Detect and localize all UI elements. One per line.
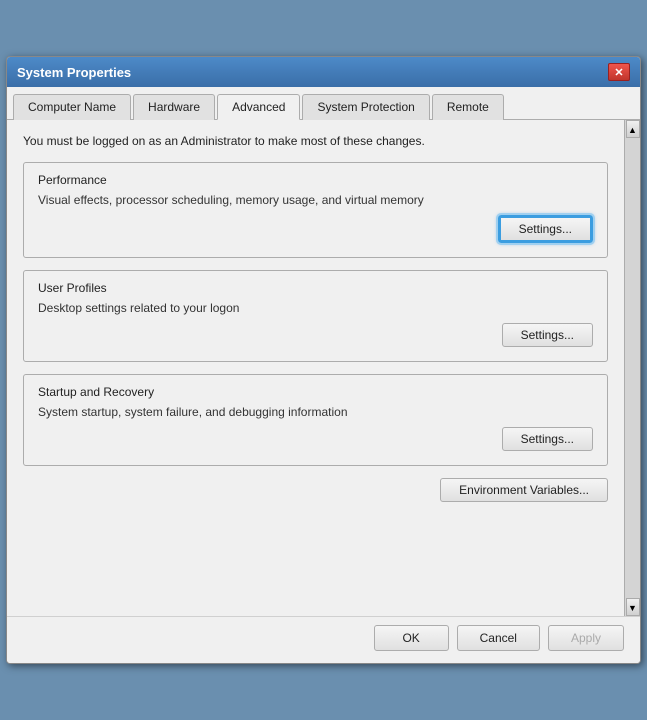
performance-settings-button[interactable]: Settings... xyxy=(498,215,593,243)
dialog-title: System Properties xyxy=(17,65,131,80)
performance-desc: Visual effects, processor scheduling, me… xyxy=(38,193,593,207)
close-button[interactable]: ✕ xyxy=(608,63,630,81)
system-properties-dialog: System Properties ✕ Computer Name Hardwa… xyxy=(6,56,641,664)
user-profiles-group: User Profiles Desktop settings related t… xyxy=(23,270,608,362)
tab-remote[interactable]: Remote xyxy=(432,94,504,120)
environment-variables-row: Environment Variables... xyxy=(23,478,608,502)
startup-recovery-desc: System startup, system failure, and debu… xyxy=(38,405,593,419)
title-bar: System Properties ✕ xyxy=(7,57,640,87)
user-profiles-label: User Profiles xyxy=(38,281,593,295)
user-profiles-settings-button[interactable]: Settings... xyxy=(502,323,593,347)
performance-group: Performance Visual effects, processor sc… xyxy=(23,162,608,258)
startup-recovery-btn-row: Settings... xyxy=(38,427,593,451)
tab-bar: Computer Name Hardware Advanced System P… xyxy=(7,87,640,120)
startup-recovery-group: Startup and Recovery System startup, sys… xyxy=(23,374,608,466)
performance-btn-row: Settings... xyxy=(38,215,593,243)
dialog-footer: OK Cancel Apply xyxy=(7,616,640,663)
cancel-button[interactable]: Cancel xyxy=(457,625,540,651)
close-icon: ✕ xyxy=(614,66,623,79)
startup-recovery-label: Startup and Recovery xyxy=(38,385,593,399)
info-text: You must be logged on as an Administrato… xyxy=(23,134,608,148)
title-bar-buttons: ✕ xyxy=(608,63,630,81)
tab-computer-name[interactable]: Computer Name xyxy=(13,94,131,120)
tab-hardware[interactable]: Hardware xyxy=(133,94,215,120)
ok-button[interactable]: OK xyxy=(374,625,449,651)
user-profiles-desc: Desktop settings related to your logon xyxy=(38,301,593,315)
apply-button[interactable]: Apply xyxy=(548,625,624,651)
user-profiles-btn-row: Settings... xyxy=(38,323,593,347)
tab-system-protection[interactable]: System Protection xyxy=(302,94,429,120)
tab-advanced[interactable]: Advanced xyxy=(217,94,300,120)
scrollbar[interactable]: ▲ ▼ xyxy=(624,120,640,616)
scroll-up-button[interactable]: ▲ xyxy=(626,120,640,138)
scroll-down-button[interactable]: ▼ xyxy=(626,598,640,616)
startup-recovery-settings-button[interactable]: Settings... xyxy=(502,427,593,451)
performance-label: Performance xyxy=(38,173,593,187)
environment-variables-button[interactable]: Environment Variables... xyxy=(440,478,608,502)
